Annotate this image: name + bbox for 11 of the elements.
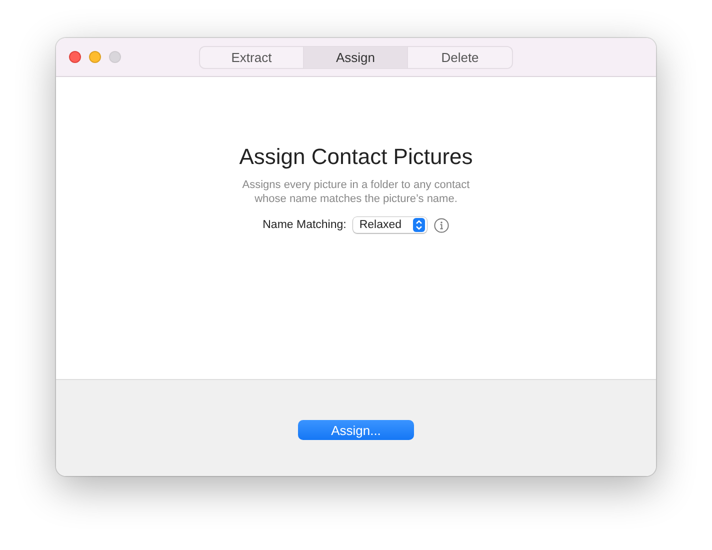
name-matching-label: Name Matching:	[262, 219, 346, 231]
description: Assigns every picture in a folder to any contact whose name matches the picture’s name.	[242, 178, 470, 206]
name-matching-popup[interactable]: Relaxed	[353, 217, 428, 233]
info-icon[interactable]	[434, 218, 450, 232]
assign-button[interactable]: Assign...	[298, 420, 414, 440]
stepper-icon	[413, 218, 426, 232]
heading: Assign Contact Pictures	[239, 144, 473, 170]
tab[interactable]: Delete	[408, 47, 512, 68]
minimize-button[interactable]	[89, 51, 101, 63]
tab[interactable]: Assign	[304, 47, 408, 68]
close-button[interactable]	[69, 51, 81, 63]
